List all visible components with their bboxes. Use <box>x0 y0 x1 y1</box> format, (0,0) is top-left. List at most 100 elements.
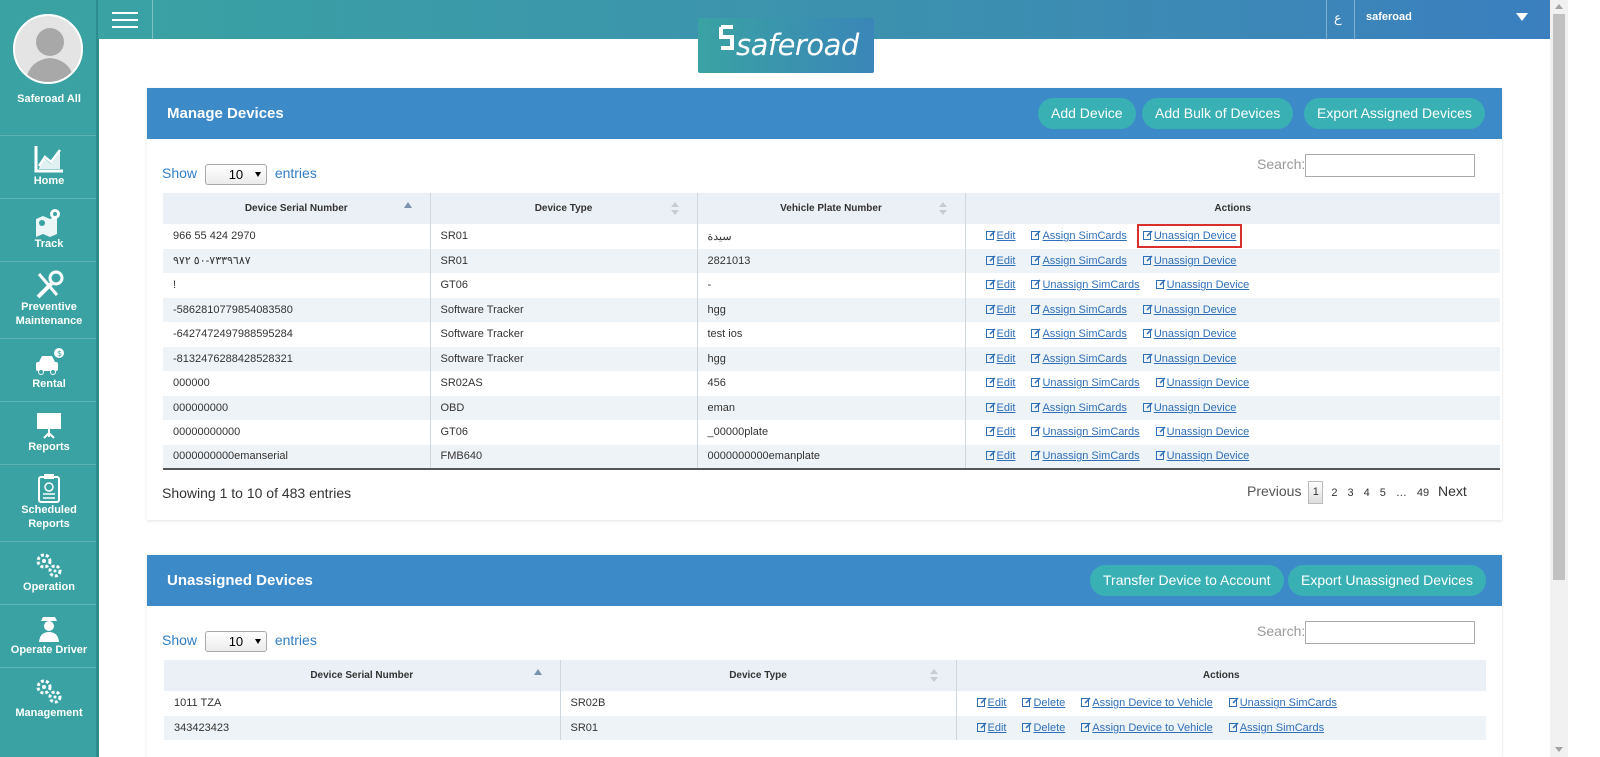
nav-reports[interactable]: Reports <box>0 401 98 464</box>
action-label: Unassign SimCards <box>1042 450 1140 463</box>
nav-operation[interactable]: Operation <box>0 541 98 604</box>
nav-scheduled-reports[interactable]: Scheduled Reports <box>0 464 98 535</box>
unassign-simcards-link[interactable]: Unassign SimCards <box>1031 279 1140 291</box>
assign-simcards-link[interactable]: Assign SimCards <box>1228 722 1324 734</box>
assigned-devices-body: 966 55 424 2970 SR01 سيدة Edit Assign SimCar… <box>163 224 1500 469</box>
page-size-select[interactable]: 10 <box>204 631 267 652</box>
pagination-page[interactable]: 4 <box>1364 487 1370 499</box>
scrollbar-thumb[interactable] <box>1553 14 1565 580</box>
action-label: Unassign Device <box>1153 303 1237 316</box>
unassign-simcards-link[interactable]: Unassign SimCards <box>1031 450 1140 463</box>
unassign-device-link[interactable]: Unassign Device <box>1142 303 1237 316</box>
edit-link[interactable]: Edit <box>985 279 1015 291</box>
edit-icon <box>985 450 996 461</box>
edit-icon <box>1081 697 1091 708</box>
topbar-divider <box>1326 0 1327 39</box>
unassign-simcards-link[interactable]: Unassign SimCards <box>1031 377 1140 389</box>
edit-icon <box>1155 426 1166 437</box>
search-input[interactable] <box>1305 621 1476 644</box>
nav-track[interactable]: Track <box>0 198 98 261</box>
avatar[interactable] <box>13 14 83 84</box>
unassign-device-link[interactable]: Unassign Device <box>1155 450 1249 462</box>
add-device-button[interactable]: Add Device <box>1038 98 1136 129</box>
edit-link[interactable]: Edit <box>985 426 1015 438</box>
pagination-next[interactable]: Next <box>1438 483 1467 499</box>
edit-link[interactable]: Edit <box>985 377 1015 389</box>
page-size-select[interactable]: 10 <box>204 164 267 185</box>
search-input[interactable] <box>1305 154 1476 177</box>
menu-toggle-icon[interactable] <box>112 12 138 30</box>
page-size-control: Show 10 entries <box>162 164 317 185</box>
nav-management[interactable]: Management <box>0 667 98 730</box>
scroll-up-icon[interactable] <box>1555 4 1563 9</box>
assign-simcards-link[interactable]: Assign SimCards <box>1031 230 1127 242</box>
pagination-page[interactable]: 49 <box>1417 487 1429 499</box>
edit-link[interactable]: Edit <box>985 402 1015 414</box>
edit-icon <box>976 722 987 732</box>
nav-operation-label: Operation <box>23 581 75 593</box>
unassign-device-link[interactable]: Unassign Device <box>1142 255 1236 267</box>
show-label: Show <box>162 165 198 182</box>
column-header-type[interactable]: Device Type <box>430 193 698 224</box>
page-scrollbar[interactable] <box>1550 0 1568 757</box>
pagination-page[interactable]: 3 <box>1347 487 1353 499</box>
edit-icon <box>976 697 987 708</box>
sort-icon <box>929 669 938 683</box>
cell-type: SR02AS <box>430 371 698 396</box>
assign-device-to-vehicle-link[interactable]: Assign Device to Vehicle <box>1081 722 1213 734</box>
cell-serial: 343423423 <box>164 715 561 740</box>
unassign-device-link[interactable]: Unassign Device <box>1136 224 1243 249</box>
unassign-device-link[interactable]: Unassign Device <box>1155 279 1249 291</box>
assign-device-to-vehicle-link[interactable]: Assign Device to Vehicle <box>1081 697 1213 709</box>
assign-simcards-link[interactable]: Assign SimCards <box>1031 402 1127 414</box>
sort-ascending-icon <box>533 669 542 675</box>
cell-actions: Edit Assign SimCards Unassign Device <box>965 297 1500 322</box>
assign-simcards-link[interactable]: Assign SimCards <box>1031 353 1127 365</box>
unassign-device-link[interactable]: Unassign Device <box>1142 402 1236 414</box>
unassign-device-link[interactable]: Unassign Device <box>1155 377 1249 389</box>
column-header-plate[interactable]: Vehicle Plate Number <box>697 193 966 224</box>
transfer-device-button[interactable]: Transfer Device to Account <box>1090 565 1284 596</box>
edit-link[interactable]: Edit <box>976 722 1006 734</box>
column-header-serial[interactable]: Device Serial Number <box>163 193 431 224</box>
nav-home[interactable]: Home <box>0 135 98 198</box>
pagination-page[interactable]: … <box>1396 487 1407 499</box>
edit-link[interactable]: Edit <box>976 697 1006 709</box>
add-bulk-devices-button[interactable]: Add Bulk of Devices <box>1142 98 1294 129</box>
edit-link[interactable]: Edit <box>985 304 1015 316</box>
column-header-type[interactable]: Device Type <box>560 660 957 691</box>
export-assigned-devices-button[interactable]: Export Assigned Devices <box>1304 98 1485 129</box>
export-unassigned-devices-button[interactable]: Export Unassigned Devices <box>1288 565 1486 596</box>
cell-type: SR01 <box>560 715 957 740</box>
delete-link[interactable]: Delete <box>1022 697 1065 709</box>
delete-link[interactable]: Delete <box>1022 722 1065 734</box>
unassign-device-link[interactable]: Unassign Device <box>1142 353 1236 365</box>
assign-simcards-link[interactable]: Assign SimCards <box>1031 328 1127 340</box>
edit-icon <box>1031 402 1041 412</box>
edit-link[interactable]: Edit <box>985 255 1015 267</box>
user-menu[interactable]: saferoad <box>1366 11 1536 23</box>
unassign-device-link[interactable]: Unassign Device <box>1142 328 1236 340</box>
nav-operate-driver[interactable]: Operate Driver <box>0 604 98 667</box>
pagination-page[interactable]: 2 <box>1331 487 1337 499</box>
edit-link[interactable]: Edit <box>985 230 1015 242</box>
edit-link[interactable]: Edit <box>985 450 1015 462</box>
cell-type: GT06 <box>430 420 698 445</box>
unassign-simcards-link[interactable]: Unassign SimCards <box>1228 697 1337 709</box>
nav-rental[interactable]: $ Rental <box>0 338 98 401</box>
pagination-page[interactable]: 5 <box>1380 487 1386 499</box>
assign-simcards-link[interactable]: Assign SimCards <box>1031 304 1127 316</box>
unassign-device-link[interactable]: Unassign Device <box>1155 426 1249 438</box>
edit-link[interactable]: Edit <box>985 353 1015 365</box>
pagination-page[interactable]: 1 <box>1308 481 1324 504</box>
edit-link[interactable]: Edit <box>985 328 1015 340</box>
language-toggle[interactable]: ع <box>1334 10 1342 26</box>
scroll-down-icon[interactable] <box>1555 747 1563 752</box>
pagination-previous[interactable]: Previous <box>1247 483 1301 499</box>
unassign-simcards-link[interactable]: Unassign SimCards <box>1031 426 1140 438</box>
cell-serial: 1011 TZA <box>164 691 561 716</box>
column-header-serial[interactable]: Device Serial Number <box>164 660 561 691</box>
assign-simcards-link[interactable]: Assign SimCards <box>1031 255 1127 267</box>
nav-preventive-maintenance[interactable]: Preventive Maintenance <box>0 261 98 332</box>
cell-type: SR01 <box>430 224 698 249</box>
